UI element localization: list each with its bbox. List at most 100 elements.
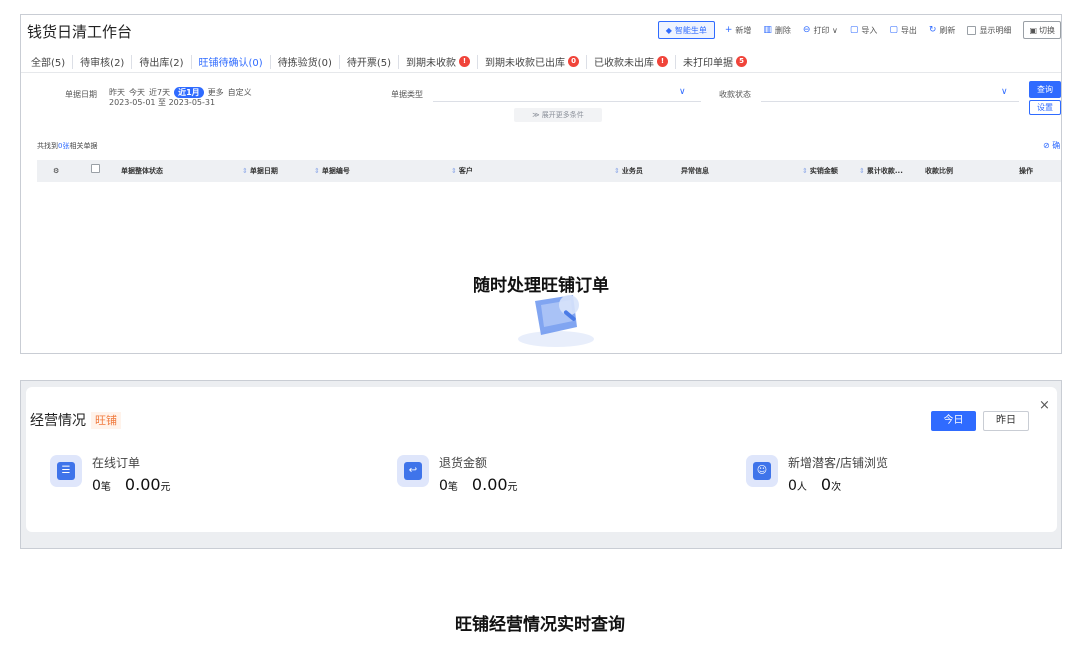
business-panel [20, 380, 1062, 549]
metric-label: 新增潜客/店铺浏览 [788, 456, 889, 470]
count-badge: 0 [568, 56, 580, 67]
tab-label: 待开票(5) [346, 58, 392, 69]
order-count: 0 [92, 478, 101, 494]
unit-label: 元 [160, 482, 171, 493]
business-title: 经营情况 旺铺 [30, 410, 121, 430]
add-button[interactable]: + 新增 [725, 25, 752, 36]
alert-badge: ! [459, 56, 471, 67]
tab-pick-inspect[interactable]: 待拣验货(0) [269, 54, 339, 69]
tab-pending-outbound[interactable]: 待出库(2) [131, 54, 190, 69]
export-button[interactable]: ▢ 导出 [889, 25, 917, 36]
result-suffix: 相关单据 [69, 142, 98, 150]
add-label: 新增 [735, 25, 752, 35]
order-list-glyph: ☰ [57, 462, 75, 480]
smart-doc-button[interactable]: ◆ 智能生单 [657, 21, 715, 39]
col-customer[interactable]: ⇕ 客户 [451, 160, 473, 182]
col-sales-amount[interactable]: ⇕ 实销金额 [802, 160, 838, 182]
col-number[interactable]: ⇕ 单据编号 [314, 160, 350, 182]
wangpu-tag: 旺铺 [91, 411, 121, 429]
col-date-label: 单据日期 [249, 167, 278, 175]
pay-status-select[interactable] [761, 101, 1019, 102]
refresh-icon: ↻ [928, 25, 937, 35]
import-button[interactable]: ▢ 导入 [850, 25, 878, 36]
tab-all[interactable]: 全部(5) [21, 55, 72, 69]
caption-wangpu-business: 旺铺经营情况实时查询 [455, 615, 625, 635]
expand-more-conditions[interactable]: ≫ 展开更多条件 [514, 108, 602, 122]
visitor-count: 0 [788, 478, 797, 494]
printer-icon: ⊖ [802, 25, 811, 35]
smart-doc-label: 智能生单 [674, 25, 707, 35]
unit-label: 笔 [100, 482, 111, 493]
switch-button[interactable]: ▣ 切换 [1023, 21, 1061, 39]
show-detail-label: 显示明细 [979, 25, 1012, 35]
delete-button[interactable]: ▥ 删除 [763, 25, 791, 36]
tab-paid-not-shipped[interactable]: 已收款未出库! [586, 54, 675, 69]
tab-unprinted[interactable]: 未打印单据 5 [675, 54, 754, 69]
show-detail-checkbox[interactable]: 显示明细 [967, 25, 1011, 36]
col-customer-label: 客户 [458, 167, 473, 175]
export-icon: ▢ [889, 25, 898, 35]
column-settings-icon[interactable]: ⚙ [53, 160, 59, 182]
refresh-button[interactable]: ↻ 刷新 [929, 25, 956, 36]
tab-wangpu-confirm[interactable]: 旺铺待确认(0) [190, 54, 270, 69]
expand-icon: ≫ [532, 111, 542, 119]
plus-icon: + [724, 25, 733, 35]
result-number: 0张 [58, 142, 70, 150]
pay-status-label: 收款状态 [719, 90, 751, 99]
col-date[interactable]: ⇕ 单据日期 [242, 160, 278, 182]
quick-custom[interactable]: 自定义 [228, 87, 252, 98]
order-amount: 0.00 [124, 475, 161, 494]
expand-label: 展开更多条件 [541, 111, 584, 119]
checkbox-box [967, 25, 977, 35]
tab-label: 待出库(2) [139, 58, 184, 69]
tab-label: 到期未收款已出库 [485, 58, 566, 69]
status-tabs: 全部(5) 待审核(2) 待出库(2) 旺铺待确认(0) 待拣验货(0) 待开票… [21, 51, 1061, 73]
today-button[interactable]: 今日 [931, 411, 976, 431]
tab-label: 到期未收款 [406, 58, 457, 69]
import-label: 导入 [861, 25, 878, 35]
doc-type-select[interactable] [433, 101, 701, 102]
print-label: 打印 ∨ [813, 25, 838, 35]
toolbar: 钱货日清工作台 ◆ 智能生单 + 新增 ▥ 删除 ⊖ 打印 ∨ ▢ 导入 ▢ 导… [21, 15, 1061, 45]
tab-overdue-unpaid[interactable]: 到期未收款! [398, 54, 477, 69]
chevron-down-icon: ∨ [679, 87, 686, 97]
metric-online-orders: ☰ 在线订单 0笔 0.00元 [50, 451, 171, 494]
close-icon[interactable]: × [1039, 398, 1050, 413]
settings-button[interactable]: 设置 [1029, 100, 1061, 115]
col-ratio[interactable]: 收款比例 [925, 160, 953, 182]
empty-state-illustration [518, 295, 594, 347]
confirm-link[interactable]: ⊘ 确 [1043, 140, 1060, 151]
import-icon: ▢ [849, 25, 859, 35]
col-received-label: 累计收款... [866, 167, 903, 175]
tab-label: 全部(5) [31, 58, 66, 69]
unit-label: 元 [507, 482, 518, 493]
visitor-glyph: ☺ [753, 462, 771, 480]
business-title-text: 经营情况 [30, 413, 86, 429]
count-badge: 5 [736, 56, 748, 67]
order-list-icon: ☰ [50, 455, 82, 487]
col-status[interactable]: 单据整体状态 [121, 160, 163, 182]
select-all-checkbox[interactable] [91, 160, 100, 182]
delete-label: 删除 [774, 25, 791, 35]
refund-count: 0 [439, 478, 448, 494]
col-received[interactable]: ⇕ 累计收款... [859, 160, 903, 182]
tab-label: 待拣验货(0) [277, 58, 332, 69]
refund-amount: 0.00 [471, 475, 508, 494]
date-filter-label: 单据日期 [65, 90, 97, 99]
tab-pending-review[interactable]: 待审核(2) [72, 54, 131, 69]
yesterday-button[interactable]: 昨日 [983, 411, 1029, 431]
refund-glyph: ↩ [404, 462, 422, 480]
col-salesman-label: 业务员 [621, 167, 643, 175]
tab-overdue-unpaid-shipped[interactable]: 到期未收款已出库 0 [477, 54, 586, 69]
print-button[interactable]: ⊖ 打印 ∨ [803, 25, 838, 36]
tab-label: 已收款未出库 [594, 58, 655, 69]
trash-icon: ▥ [763, 25, 772, 35]
tab-pending-invoice[interactable]: 待开票(5) [338, 54, 398, 69]
unit-label: 笔 [447, 482, 458, 493]
chevron-down-icon: ∨ [1001, 87, 1008, 97]
metric-label: 在线订单 [92, 456, 141, 470]
col-actions: 操作 [1019, 167, 1033, 175]
query-button[interactable]: 查询 [1029, 81, 1061, 98]
col-exception[interactable]: 异常信息 [681, 160, 709, 182]
col-salesman[interactable]: ⇕ 业务员 [614, 160, 643, 182]
